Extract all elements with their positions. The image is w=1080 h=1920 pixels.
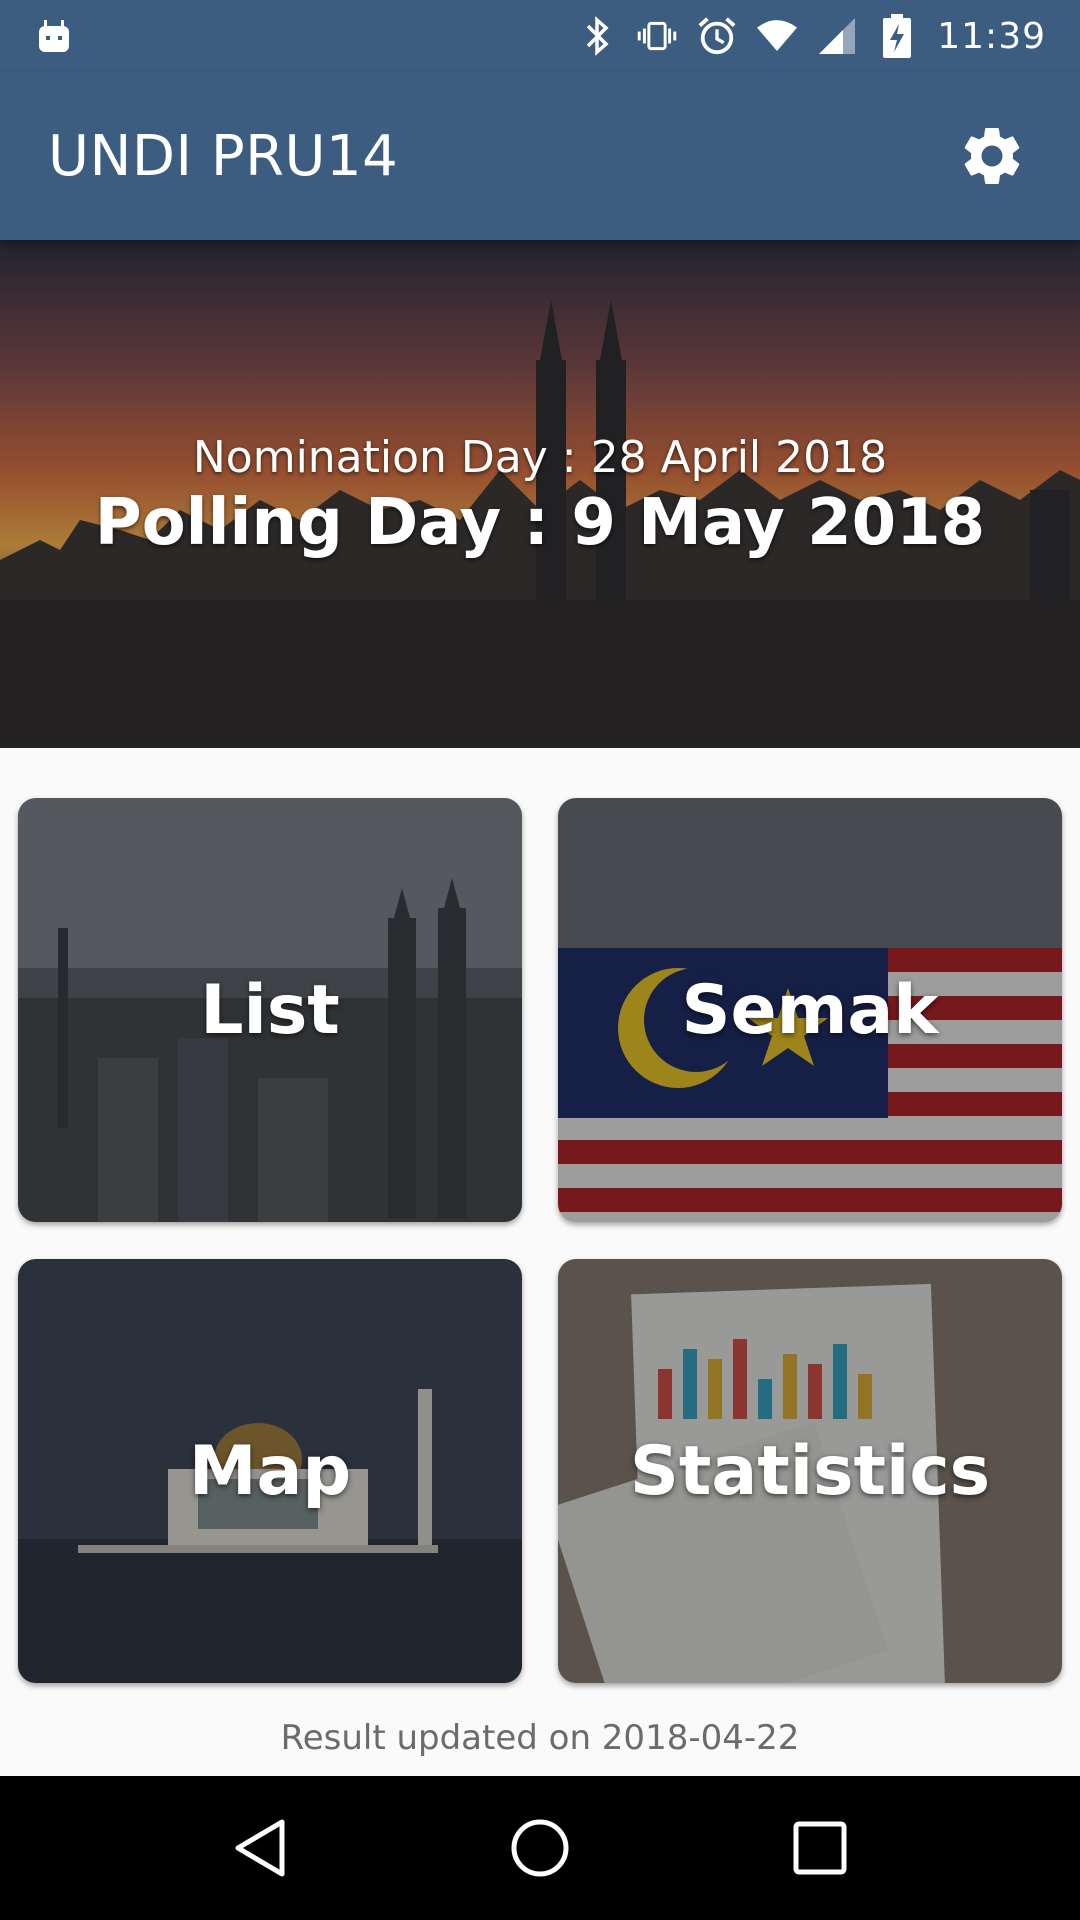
android-icon bbox=[34, 16, 74, 56]
back-icon bbox=[235, 1819, 285, 1877]
polling-day-text: Polling Day : 9 May 2018 bbox=[94, 486, 986, 560]
vibrate-icon bbox=[637, 16, 677, 56]
nomination-day-text: Nomination Day : 28 April 2018 bbox=[192, 432, 888, 483]
statistics-card[interactable]: Statistics bbox=[558, 1259, 1062, 1683]
election-banner: Nomination Day : 28 April 2018 Polling D… bbox=[0, 240, 1080, 748]
status-time: 11:39 bbox=[937, 15, 1046, 57]
settings-button[interactable] bbox=[952, 116, 1032, 196]
signal-icon bbox=[817, 16, 857, 56]
battery-charging-icon bbox=[877, 14, 917, 58]
home-icon bbox=[511, 1819, 569, 1877]
semak-card[interactable]: Semak bbox=[558, 798, 1062, 1222]
wifi-icon bbox=[757, 16, 798, 56]
list-card[interactable]: List bbox=[18, 798, 522, 1222]
list-label: List bbox=[200, 970, 340, 1050]
recents-icon bbox=[793, 1821, 847, 1875]
status-bar: 11:39 bbox=[0, 0, 1080, 72]
home-button[interactable] bbox=[490, 1798, 590, 1898]
gear-icon bbox=[964, 127, 1020, 184]
navigation-bar bbox=[0, 1776, 1080, 1920]
alarm-icon bbox=[697, 16, 737, 56]
map-card[interactable]: Map bbox=[18, 1259, 522, 1683]
bluetooth-icon bbox=[577, 16, 617, 56]
app-title: UNDI PRU14 bbox=[48, 123, 399, 189]
statistics-label: Statistics bbox=[629, 1431, 991, 1511]
map-label: Map bbox=[188, 1431, 352, 1511]
app-bar: UNDI PRU14 bbox=[0, 72, 1080, 240]
back-button[interactable] bbox=[210, 1798, 310, 1898]
result-updated-text: Result updated on 2018-04-22 bbox=[280, 1718, 800, 1758]
semak-label: Semak bbox=[681, 970, 939, 1050]
recents-button[interactable] bbox=[770, 1798, 870, 1898]
